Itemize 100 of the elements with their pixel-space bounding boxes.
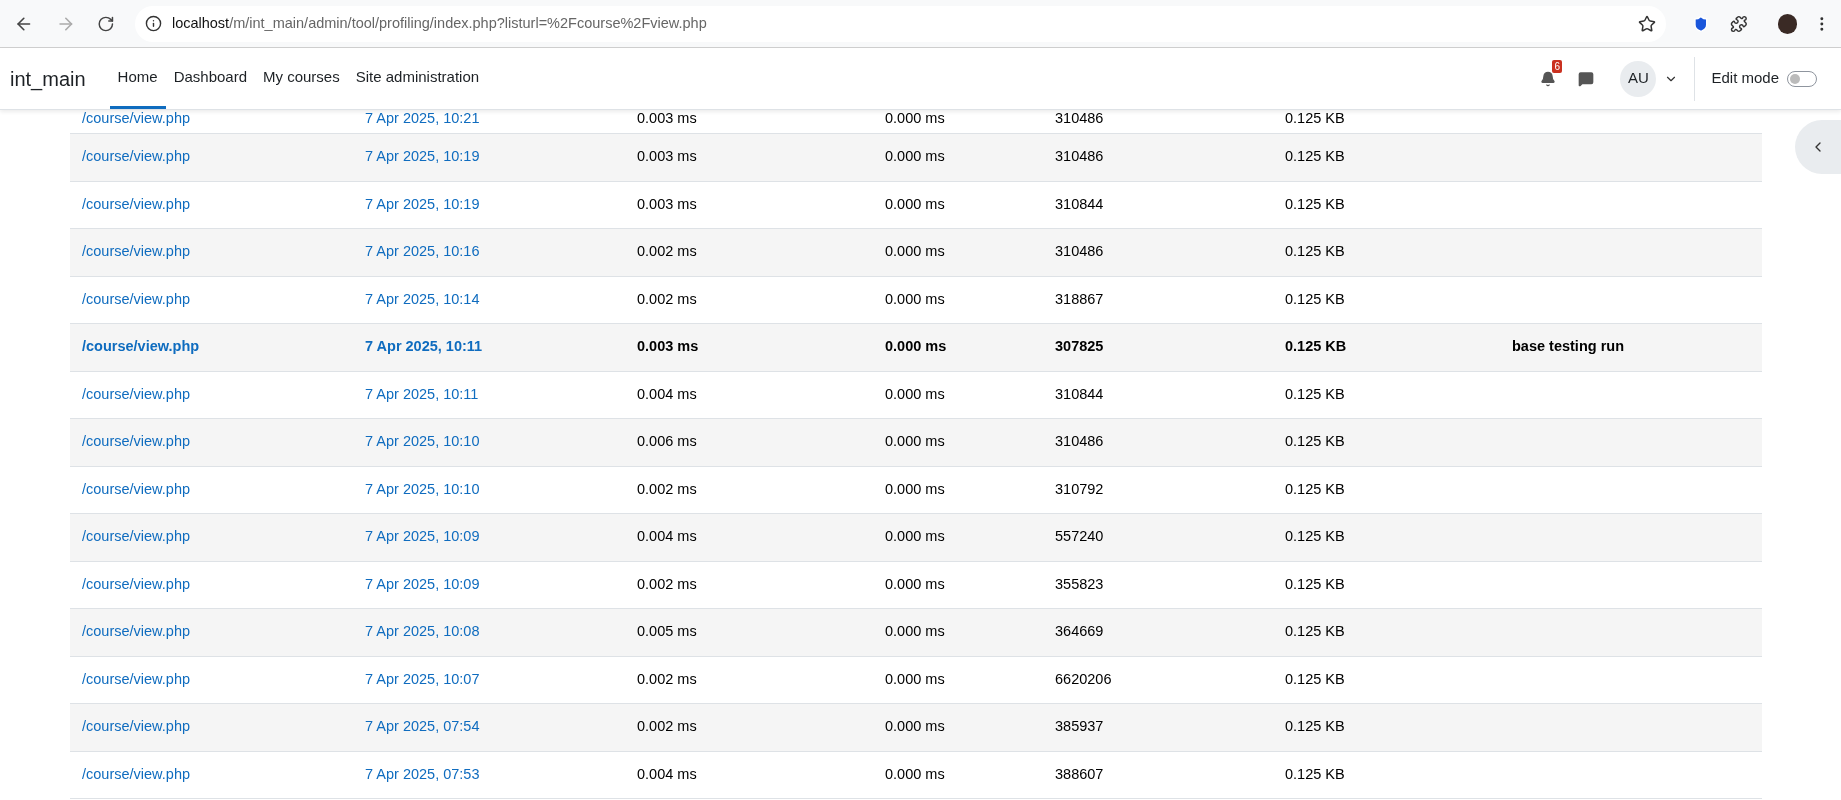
table-cell: 310844 xyxy=(1055,385,1104,402)
table-cell: 0.125 KB xyxy=(1285,528,1345,545)
url-link[interactable]: /course/view.php xyxy=(70,573,353,596)
date-link[interactable]: 7 Apr 2025, 10:09 xyxy=(353,573,625,596)
url-link[interactable]: /course/view.php xyxy=(70,288,353,311)
table-cell: 0.000 ms xyxy=(885,338,947,355)
date-link[interactable]: 7 Apr 2025, 07:54 xyxy=(353,716,625,739)
table-cell: 0.002 ms xyxy=(637,290,697,307)
url-link[interactable]: /course/view.php xyxy=(70,431,353,454)
date-link[interactable]: 7 Apr 2025, 10:07 xyxy=(353,668,625,691)
table-cell: 0.005 ms xyxy=(637,623,697,640)
url-link[interactable]: /course/view.php xyxy=(70,621,353,644)
table-cell: 0.000 ms xyxy=(885,480,945,497)
table-cell: 0.000 ms xyxy=(885,528,945,545)
date-link[interactable]: 7 Apr 2025, 10:19 xyxy=(353,193,625,216)
table-cell: base testing run xyxy=(1512,338,1624,355)
date-link[interactable]: 7 Apr 2025, 10:10 xyxy=(353,478,625,501)
url-link[interactable]: /course/view.php xyxy=(70,241,353,264)
extensions-icon[interactable] xyxy=(1730,14,1748,33)
date-link[interactable]: 7 Apr 2025, 10:14 xyxy=(353,288,625,311)
table-cell: 310486 xyxy=(1055,433,1104,450)
table-cell: 0.125 KB xyxy=(1285,480,1345,497)
table-cell: 364669 xyxy=(1055,623,1104,640)
table-cell: 0.002 ms xyxy=(637,480,697,497)
user-avatar[interactable]: AU xyxy=(1620,60,1657,97)
table-cell: 0.002 ms xyxy=(637,718,697,735)
table-cell: 0.125 KB xyxy=(1285,765,1345,782)
date-link[interactable]: 7 Apr 2025, 10:21 xyxy=(353,110,625,130)
url-link[interactable]: /course/view.php xyxy=(70,110,353,130)
table-cell: 0.000 ms xyxy=(885,243,945,260)
table-cell: 0.003 ms xyxy=(637,338,699,355)
table-cell: 0.006 ms xyxy=(637,433,697,450)
date-link[interactable]: 7 Apr 2025, 10:16 xyxy=(353,241,625,264)
table-cell: 318867 xyxy=(1055,290,1104,307)
url-link[interactable]: /course/view.php xyxy=(70,193,353,216)
table-cell: 0.125 KB xyxy=(1285,243,1345,260)
date-link[interactable]: 7 Apr 2025, 10:09 xyxy=(353,526,625,549)
table-cell: 0.125 KB xyxy=(1285,623,1345,640)
table-cell: 0.125 KB xyxy=(1285,385,1345,402)
table-cell: 557240 xyxy=(1055,528,1104,545)
table-cell: 0.125 KB xyxy=(1285,433,1345,450)
table-cell: 0.000 ms xyxy=(885,195,945,212)
url-link[interactable]: /course/view.php xyxy=(70,763,353,786)
table-cell: 0.125 KB xyxy=(1285,110,1345,126)
date-link[interactable]: 7 Apr 2025, 10:08 xyxy=(353,621,625,644)
reload-icon[interactable] xyxy=(97,14,115,33)
url-link[interactable]: /course/view.php xyxy=(70,383,353,406)
url-link[interactable]: /course/view.php xyxy=(70,668,353,691)
table-cell: 0.000 ms xyxy=(885,385,945,402)
table-cell: 0.125 KB xyxy=(1285,670,1345,687)
table-cell: 0.000 ms xyxy=(885,290,945,307)
messages-icon[interactable] xyxy=(1578,70,1595,87)
table-cell: 310844 xyxy=(1055,195,1104,212)
date-link[interactable]: 7 Apr 2025, 10:11 xyxy=(353,383,625,406)
info-icon[interactable] xyxy=(144,15,162,32)
date-link[interactable]: 7 Apr 2025, 10:11 xyxy=(353,336,625,359)
address-bar[interactable]: localhost/m/int_main/admin/tool/profiling/index.php?listurl=%2Fcourse%2Fview.php xyxy=(134,5,1667,42)
table-cell: 307825 xyxy=(1055,338,1104,355)
table-cell: 0.002 ms xyxy=(637,575,697,592)
table-cell: 388607 xyxy=(1055,765,1104,782)
edit-mode-toggle[interactable] xyxy=(1787,70,1817,87)
table-cell: 0.002 ms xyxy=(637,243,697,260)
table-cell: 0.125 KB xyxy=(1285,338,1347,355)
bookmark-star-icon[interactable] xyxy=(1638,14,1657,33)
edit-mode-label: Edit mode xyxy=(1711,68,1779,89)
table-cell: 0.125 KB xyxy=(1285,195,1345,212)
table-cell: 0.000 ms xyxy=(885,148,945,165)
url-link[interactable]: /course/view.php xyxy=(70,716,353,739)
url-link[interactable]: /course/view.php xyxy=(70,526,353,549)
table-cell: 0.003 ms xyxy=(637,148,697,165)
table-cell: 0.000 ms xyxy=(885,575,945,592)
drawer-toggle-button[interactable] xyxy=(1795,120,1841,174)
table-cell: 0.125 KB xyxy=(1285,148,1345,165)
nav-link[interactable]: My courses xyxy=(255,48,348,109)
site-name[interactable]: int_main xyxy=(10,63,86,94)
table-cell: 0.000 ms xyxy=(885,765,945,782)
table-cell: 0.000 ms xyxy=(885,623,945,640)
date-link[interactable]: 7 Apr 2025, 07:53 xyxy=(353,763,625,786)
table-cell: 0.004 ms xyxy=(637,528,697,545)
table-cell: 385937 xyxy=(1055,718,1104,735)
notification-bell-icon[interactable] xyxy=(1540,70,1557,87)
table-cell: 0.000 ms xyxy=(885,670,945,687)
table-cell: 6620206 xyxy=(1055,670,1112,687)
table-cell: 0.000 ms xyxy=(885,433,945,450)
nav-link[interactable]: Site administration xyxy=(347,48,488,109)
table-cell: 0.003 ms xyxy=(637,110,697,126)
date-link[interactable]: 7 Apr 2025, 10:10 xyxy=(353,431,625,454)
date-link[interactable]: 7 Apr 2025, 10:19 xyxy=(353,146,625,169)
table-cell: 0.000 ms xyxy=(885,718,945,735)
profile-avatar[interactable] xyxy=(1777,13,1798,34)
table-cell: 310486 xyxy=(1055,243,1104,260)
nav-link[interactable]: Dashboard xyxy=(165,48,255,109)
table-cell: 0.002 ms xyxy=(637,670,697,687)
url-link[interactable]: /course/view.php xyxy=(70,478,353,501)
table-cell: 310792 xyxy=(1055,480,1104,497)
table-cell: 0.125 KB xyxy=(1285,290,1345,307)
url-text: localhost/m/int_main/admin/tool/profiling/index.php?listurl=%2Fcourse%2Fview.php xyxy=(171,13,707,33)
url-link[interactable]: /course/view.php xyxy=(70,146,353,169)
table-cell: 310486 xyxy=(1055,110,1104,126)
url-link[interactable]: /course/view.php xyxy=(70,336,353,359)
